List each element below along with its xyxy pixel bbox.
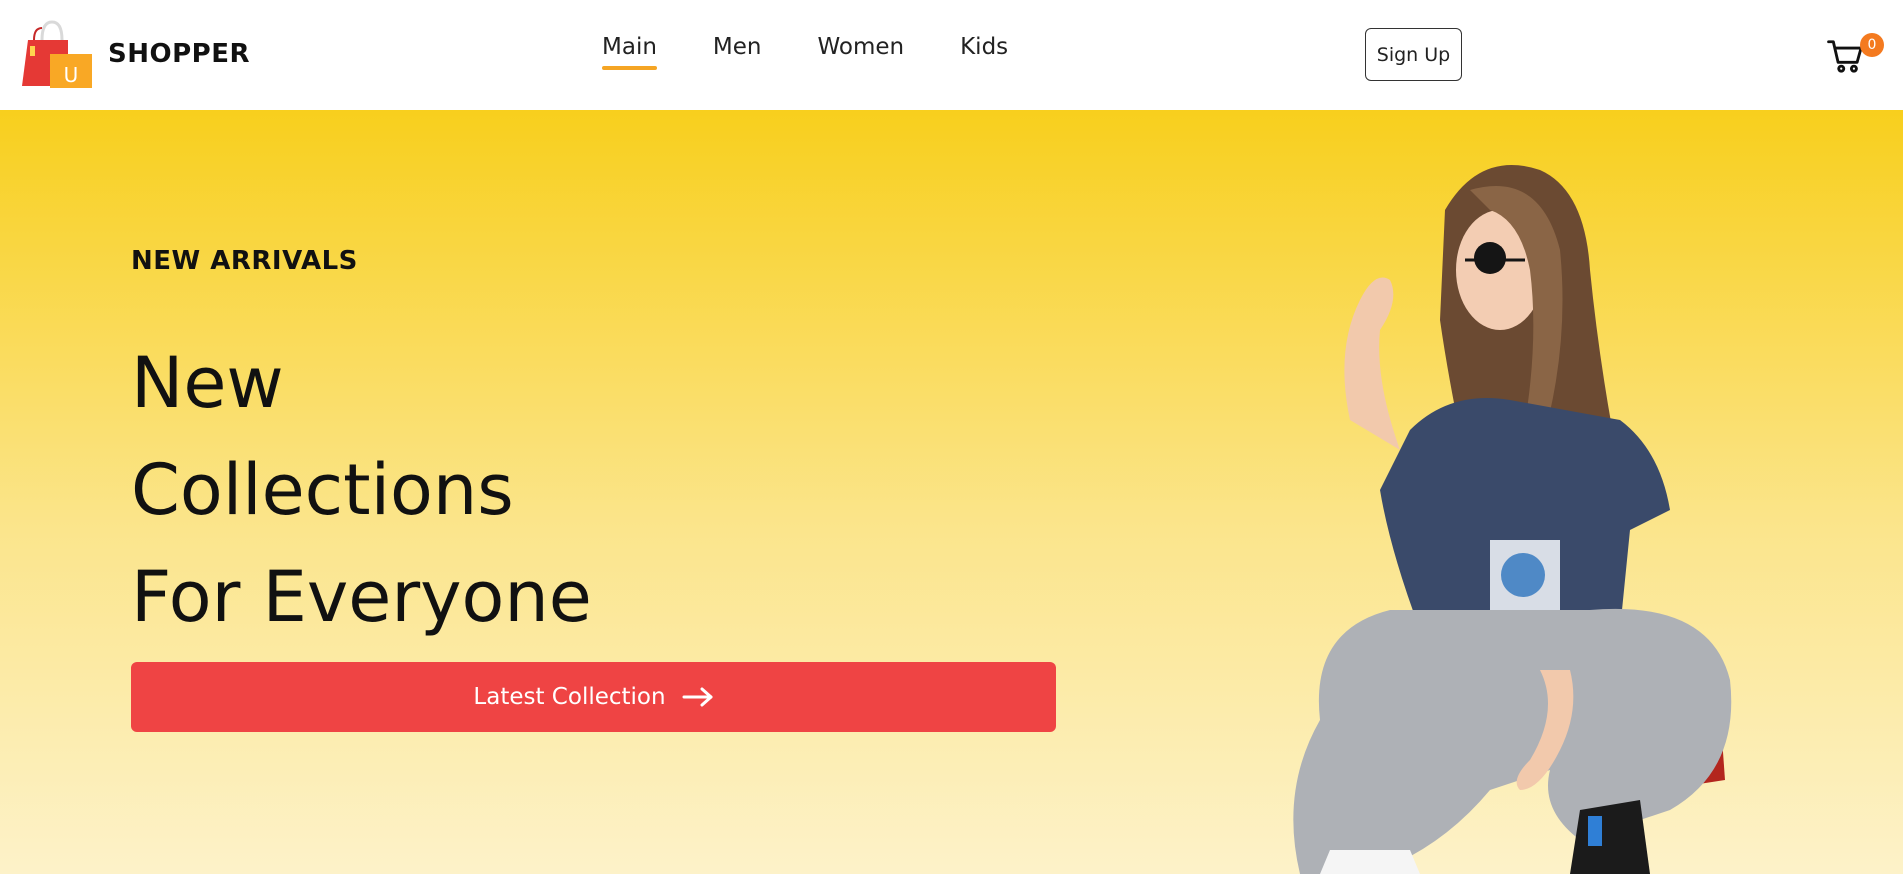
cart-count-badge: 0 [1860,33,1884,57]
nav-item-men[interactable]: Men [713,34,762,66]
hero-model-image [1240,150,1840,874]
headline-line: For Everyone [131,556,592,638]
main-nav: Main Men Women Kids [602,34,1064,70]
cta-label: Latest Collection [473,684,666,710]
svg-text:U: U [64,63,79,87]
signup-button[interactable]: Sign Up [1365,28,1462,81]
latest-collection-button[interactable]: Latest Collection [131,662,1056,732]
logo[interactable]: U SHOPPER [20,20,250,88]
shopping-bag-icon: U [22,20,92,88]
nav-item-women[interactable]: Women [817,34,904,66]
site-header: U SHOPPER Main Men Women Kids Sign Up 0 [0,0,1903,110]
nav-item-kids[interactable]: Kids [960,34,1008,66]
headline-line: Collections [131,449,514,531]
cart-button[interactable]: 0 [1827,33,1885,77]
nav-item-main[interactable]: Main [602,34,657,70]
hero-section: NEW ARRIVALS New Collections For Everyon… [0,110,1903,874]
arrow-right-icon [682,687,713,707]
headline-line: New [131,342,284,424]
hero-headline: New Collections For Everyone [131,330,592,651]
brand-name: SHOPPER [108,39,250,69]
hero-kicker: NEW ARRIVALS [131,246,358,276]
